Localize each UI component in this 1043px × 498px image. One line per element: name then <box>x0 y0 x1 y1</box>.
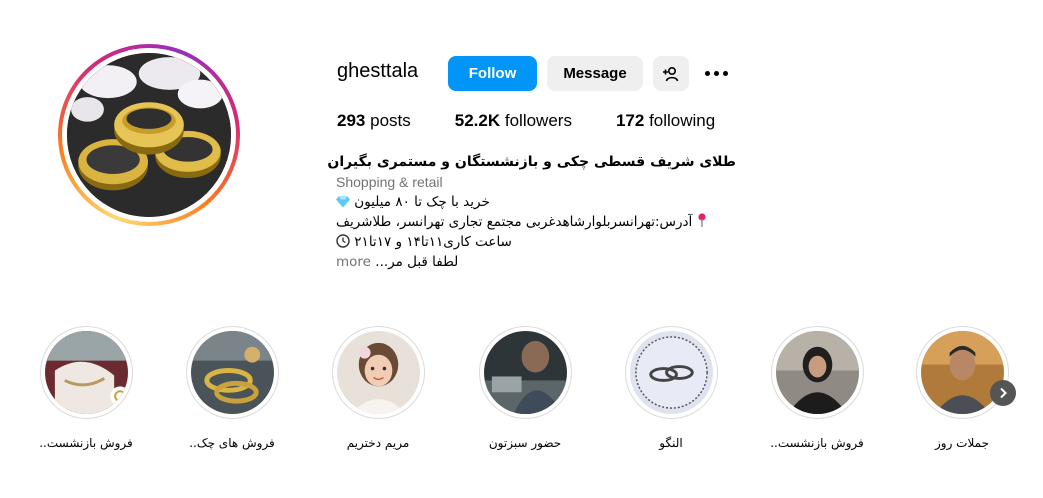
bio-line-2-text: آدرس:تهرانسربلوارشاهدغربی مجتمع تجاری ته… <box>336 214 693 230</box>
highlight-label: حضور سبزتون <box>488 436 562 450</box>
jewelry-bag-photo-icon <box>44 331 128 414</box>
profile-stats: 293 posts 52.2K followers 172 following <box>337 111 759 131</box>
suggest-user-button[interactable] <box>653 56 689 91</box>
man-photo-icon <box>920 331 1004 414</box>
pin-icon <box>697 213 706 227</box>
rings-logo-icon <box>629 331 713 414</box>
highlight-label: فروش بازنشست.. <box>39 436 133 450</box>
highlight-item[interactable]: حضور سبزتون <box>465 326 585 450</box>
dot <box>722 70 728 76</box>
bio-line-4-text: لطفا قبل مر... <box>375 254 459 270</box>
woman-photo-icon <box>775 331 859 414</box>
highlight-ring <box>624 326 718 419</box>
bangles-photo-icon <box>190 331 274 414</box>
highlight-item[interactable]: مریم دختریم <box>318 326 438 450</box>
bio-line-1: خرید با چک تا ۸۰ میلیون <box>336 192 736 212</box>
more-options-icon[interactable] <box>702 62 730 84</box>
highlight-ring <box>185 326 279 419</box>
follow-button[interactable]: Follow <box>448 56 537 91</box>
highlight-item[interactable]: فروش های چک.. <box>172 326 292 450</box>
bio-line-4: لطفا قبل مر... more <box>336 252 736 272</box>
bio-line-3-text: ساعت کاری۱۱تا۱۴ و ۱۷تا۲۱ <box>354 234 512 250</box>
profile-bio: طلای شریف قسطی چکی و بازنشستگان و مستمری… <box>327 152 736 272</box>
highlight-label: النگو <box>659 436 683 450</box>
posts-stat: 293 posts <box>337 111 411 131</box>
highlight-item[interactable]: فروش بازنشست.. <box>757 326 877 450</box>
highlight-ring <box>915 326 1009 419</box>
highlight-item[interactable]: النگو <box>611 326 731 450</box>
bio-category: Shopping & retail <box>336 174 443 190</box>
following-stat[interactable]: 172 following <box>616 111 715 131</box>
highlight-ring <box>478 326 572 419</box>
highlight-ring <box>39 326 133 419</box>
bio-line-1-text: خرید با چک تا ۸۰ میلیون <box>354 194 490 210</box>
highlight-ring <box>331 326 425 419</box>
bio-display-name: طلای شریف قسطی چکی و بازنشستگان و مستمری… <box>327 154 736 170</box>
highlight-label: جملات روز <box>934 436 989 450</box>
highlight-label: فروش های چک.. <box>189 436 275 450</box>
highlight-ring <box>770 326 864 419</box>
story-highlights: فروش بازنشست.. فروش های چک.. مریم دختریم… <box>0 326 1043 456</box>
profile-avatar[interactable] <box>58 44 240 226</box>
highlights-next-button[interactable] <box>990 380 1016 406</box>
chevron-right-icon <box>1000 387 1007 399</box>
gold-bangles-illustration <box>67 53 231 217</box>
bio-line-2: آدرس:تهرانسربلوارشاهدغربی مجتمع تجاری ته… <box>336 212 736 232</box>
message-button[interactable]: Message <box>547 56 643 91</box>
highlight-label: فروش بازنشست.. <box>770 436 864 450</box>
add-user-icon <box>663 66 679 81</box>
customer-photo-icon <box>483 331 567 414</box>
followers-label: followers <box>504 111 572 130</box>
following-label: following <box>649 111 716 130</box>
following-count: 172 <box>615 111 645 130</box>
highlight-item[interactable]: فروش بازنشست.. <box>26 326 146 450</box>
posts-label: posts <box>370 111 411 130</box>
followers-count: 52.2K <box>454 111 501 130</box>
dot <box>713 70 719 76</box>
clock-icon <box>336 234 350 248</box>
posts-count: 293 <box>337 111 366 130</box>
diamond-icon <box>336 196 350 208</box>
followers-stat[interactable]: 52.2K followers <box>455 111 572 131</box>
dot <box>704 70 710 76</box>
bio-line-3: ساعت کاری۱۱تا۱۴ و ۱۷تا۲۱ <box>336 232 736 252</box>
highlight-label: مریم دختریم <box>346 436 410 450</box>
avatar-inner <box>62 48 236 222</box>
username: ghesttala <box>337 60 419 82</box>
avatar-image <box>67 53 231 217</box>
child-photo-icon <box>336 331 420 414</box>
bio-more-link[interactable]: more <box>336 254 371 270</box>
